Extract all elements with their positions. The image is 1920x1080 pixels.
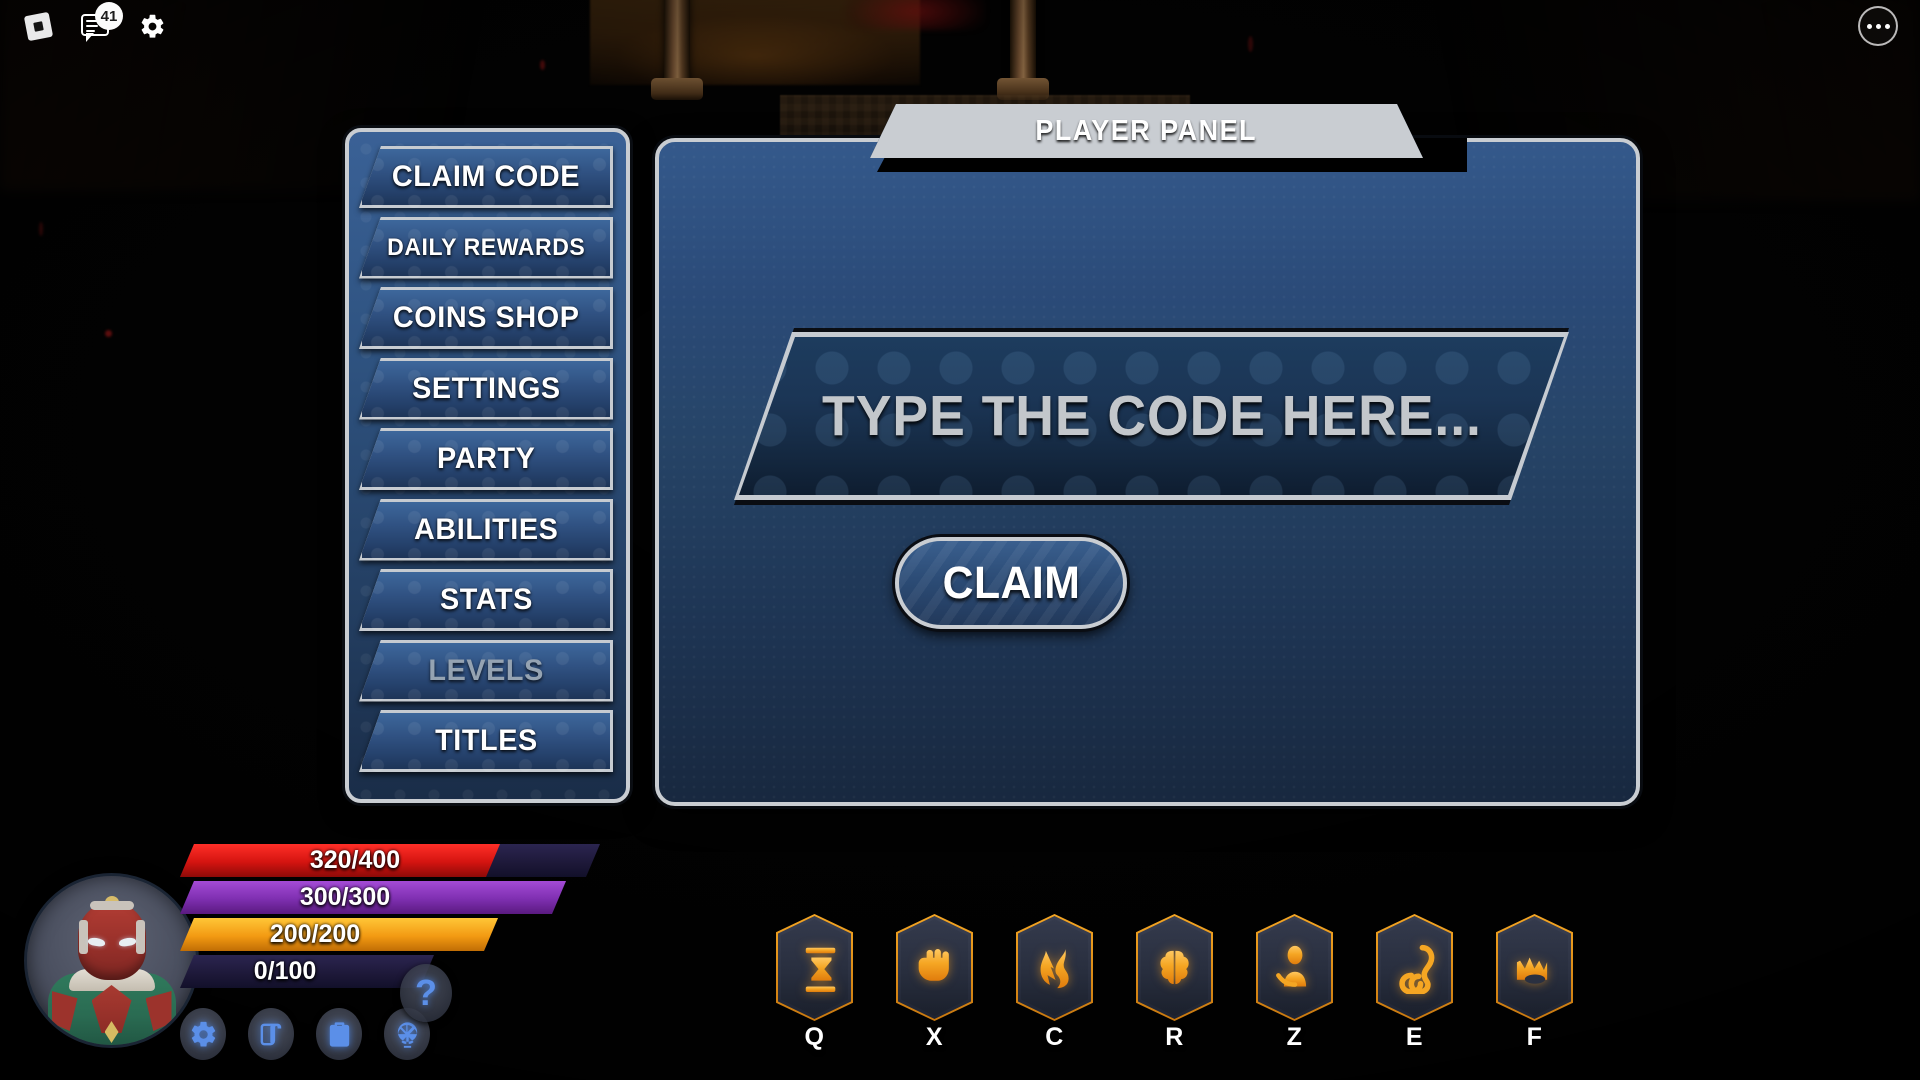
hud-buttons [180, 1008, 430, 1060]
ability-key: Z [1286, 1023, 1303, 1051]
help-button[interactable]: ? [400, 964, 452, 1022]
code-input-placeholder: TYPE THE CODE HERE... [821, 384, 1482, 448]
chat-icon[interactable]: 41 [76, 2, 123, 45]
ability-slot-f[interactable]: F [1496, 914, 1573, 1052]
panel-title-tab: PLAYER PANEL [870, 104, 1423, 158]
ability-key: C [1045, 1023, 1064, 1051]
fist-icon [918, 948, 949, 981]
ability-hotbar: QXCRZEF [776, 914, 1573, 1052]
menu-item-claim-code[interactable]: CLAIM CODE [359, 146, 613, 208]
stamina-bar: 200/200 [180, 918, 600, 951]
menu-item-daily-rewards[interactable]: DAILY REWARDS [359, 216, 613, 279]
clipboard-icon [329, 1021, 349, 1047]
menu-item-stats[interactable]: STATS [359, 569, 613, 631]
ability-hex [1016, 914, 1093, 1021]
gear-icon [191, 1021, 215, 1046]
chat-badge: 41 [95, 2, 123, 30]
game-screen: 41 CLAIM CODE DAILY REWARDS COINS SHOP SETT… [0, 0, 1920, 1080]
roblox-topbar: 41 [0, 0, 1920, 52]
ellipsis-icon[interactable] [1858, 6, 1898, 46]
ability-hex [1136, 914, 1213, 1021]
ability-hex [896, 914, 973, 1021]
health-bar-value: 320/400 [309, 846, 401, 874]
menu-list: CLAIM CODE DAILY REWARDS COINS SHOP SETTING… [359, 146, 618, 772]
ability-key: R [1165, 1023, 1184, 1051]
roblox-logo-icon[interactable] [18, 7, 58, 45]
menu-item-label: STATS [439, 583, 533, 616]
hourglass-icon [805, 947, 835, 992]
flame-claw-icon [1040, 948, 1069, 988]
ability-key: Q [804, 1023, 825, 1051]
ability-hex [1496, 914, 1573, 1021]
code-input[interactable]: TYPE THE CODE HERE... [734, 332, 1569, 500]
menu-item-label: ABILITIES [413, 512, 559, 546]
menu-item-label: SETTINGS [411, 371, 561, 405]
mana-bar: 300/300 [180, 881, 600, 914]
menu-item-party[interactable]: PARTY [359, 428, 613, 490]
player-hud: 320/400 300/300 200/200 0/100 ? [0, 810, 640, 1080]
avatar[interactable] [24, 873, 199, 1048]
ability-hex [776, 914, 853, 1021]
scroll-icon [260, 1023, 281, 1045]
ability-slot-z[interactable]: Z [1256, 914, 1333, 1052]
menu-item-coins-shop[interactable]: COINS SHOP [359, 287, 613, 349]
hook-icon [1398, 944, 1434, 994]
ability-slot-q[interactable]: Q [776, 914, 853, 1052]
menu-column: CLAIM CODE DAILY REWARDS COINS SHOP SETTING… [345, 128, 630, 803]
quests-button[interactable] [248, 1008, 294, 1060]
ability-slot-e[interactable]: E [1376, 914, 1453, 1052]
gear-icon[interactable] [132, 7, 172, 45]
ability-slot-r[interactable]: R [1136, 914, 1213, 1052]
menu-item-titles[interactable]: TITLES [359, 710, 613, 772]
menu-item-label: LEVELS [428, 653, 544, 687]
brain-icon [1159, 950, 1189, 984]
stat-bars: 320/400 300/300 200/200 0/100 [180, 844, 600, 992]
ability-hex [1256, 914, 1333, 1021]
crown-fire-icon [1516, 956, 1547, 984]
health-bar: 320/400 [180, 844, 600, 877]
claim-button[interactable]: CLAIM [895, 537, 1127, 629]
tasks-button[interactable] [316, 1008, 362, 1060]
ability-key: F [1526, 1023, 1543, 1051]
menu-item-label: PARTY [436, 442, 536, 475]
menu-item-label: CLAIM CODE [391, 160, 581, 193]
help-label: ? [415, 972, 437, 1013]
energy-bar-value: 0/100 [253, 957, 317, 985]
menu-item-label: DAILY REWARDS [386, 233, 586, 261]
menu-item-abilities[interactable]: ABILITIES [359, 498, 613, 561]
stamina-bar-value: 200/200 [269, 920, 361, 948]
wheel-icon [397, 1021, 417, 1048]
player-panel: TYPE THE CODE HERE... CLAIM [655, 138, 1640, 806]
settings-button[interactable] [180, 1008, 226, 1060]
energy-bar: 0/100 [180, 955, 600, 988]
ability-slot-c[interactable]: C [1016, 914, 1093, 1052]
ability-slot-x[interactable]: X [896, 914, 973, 1052]
ability-key: E [1405, 1023, 1424, 1051]
ability-hex [1376, 914, 1453, 1021]
person-icon [1275, 945, 1306, 987]
menu-item-levels[interactable]: LEVELS [359, 639, 613, 702]
claim-button-label: CLAIM [942, 557, 1080, 608]
menu-item-settings[interactable]: SETTINGS [359, 357, 613, 420]
mana-bar-value: 300/300 [299, 883, 391, 911]
ability-key: X [925, 1023, 944, 1051]
menu-item-label: TITLES [434, 724, 538, 757]
menu-item-label: COINS SHOP [392, 301, 580, 334]
panel-title: PLAYER PANEL [1035, 114, 1258, 147]
